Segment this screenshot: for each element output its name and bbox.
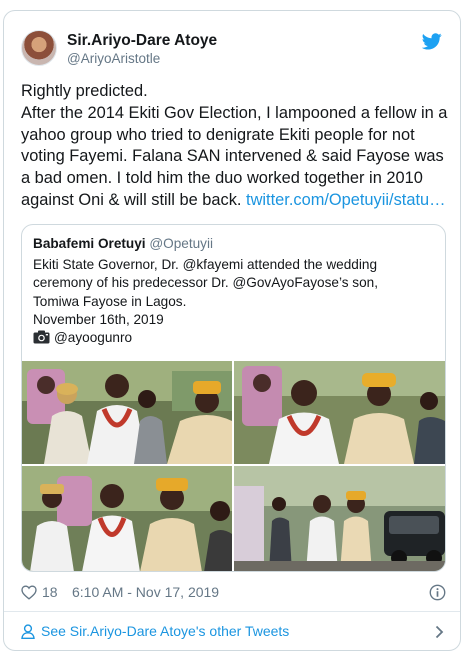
timestamp[interactable]: 6:10 AM - Nov 17, 2019: [72, 584, 219, 600]
author-display-name[interactable]: Sir.Ariyo-Dare Atoye: [67, 31, 217, 50]
author-names[interactable]: Sir.Ariyo-Dare Atoye @AriyoAristotle: [67, 31, 217, 68]
quoted-line: November 16th, 2019: [33, 311, 164, 327]
tweet-text: Rightly predicted. After the 2014 Ekiti …: [21, 81, 449, 212]
info-icon[interactable]: [429, 584, 446, 601]
tweet-link[interactable]: twitter.com/Opetuyii/statu…: [246, 191, 446, 209]
avatar[interactable]: [21, 30, 57, 66]
chevron-right-icon[interactable]: [435, 625, 444, 639]
twitter-bird-icon[interactable]: [422, 33, 442, 50]
quoted-handle[interactable]: @Opetuyii: [149, 236, 213, 251]
divider: [4, 611, 460, 612]
quoted-text: Ekiti State Governor, Dr. @kfayemi atten…: [33, 256, 433, 347]
tweet-body: After the 2014 Ekiti Gov Election, I lam…: [21, 103, 449, 212]
tweet-header: Sir.Ariyo-Dare Atoye @AriyoAristotle: [21, 30, 444, 70]
quoted-line: Tomiwa Fayose in Lagos.: [33, 293, 187, 309]
tweet-line-1: Rightly predicted.: [21, 82, 148, 100]
quoted-line: Ekiti State Governor, Dr. @kfayemi atten…: [33, 257, 378, 272]
photo-4[interactable]: [234, 466, 445, 571]
quoted-display-name[interactable]: Babafemi Oretuyi: [33, 236, 146, 251]
photo-1[interactable]: [22, 361, 232, 464]
author-handle[interactable]: @AriyoAristotle: [67, 50, 217, 68]
photo-3[interactable]: [22, 466, 232, 571]
quoted-tweet[interactable]: Babafemi Oretuyi @Opetuyii Ekiti State G…: [21, 224, 446, 572]
quoted-header: Babafemi Oretuyi @Opetuyii: [33, 235, 213, 253]
camera-icon: [33, 330, 50, 344]
tweet-meta: 18 6:10 AM - Nov 17, 2019: [21, 583, 446, 603]
quoted-credit-line: @ayoogunro: [33, 329, 433, 347]
like-count[interactable]: 18: [42, 584, 58, 600]
quoted-photo-credit[interactable]: @ayoogunro: [54, 330, 132, 345]
quoted-line: ceremony of his predecessor Dr. @GovAyoF…: [33, 275, 378, 291]
see-more-tweets-link[interactable]: See Sir.Ariyo-Dare Atoye's other Tweets: [21, 622, 444, 642]
photo-2[interactable]: [234, 361, 445, 464]
heart-icon[interactable]: [21, 585, 37, 600]
photo-grid: [22, 361, 445, 571]
person-icon: [21, 624, 35, 639]
embedded-tweet-card[interactable]: Sir.Ariyo-Dare Atoye @AriyoAristotle Rig…: [3, 10, 461, 651]
see-more-label[interactable]: See Sir.Ariyo-Dare Atoye's other Tweets: [41, 623, 289, 639]
